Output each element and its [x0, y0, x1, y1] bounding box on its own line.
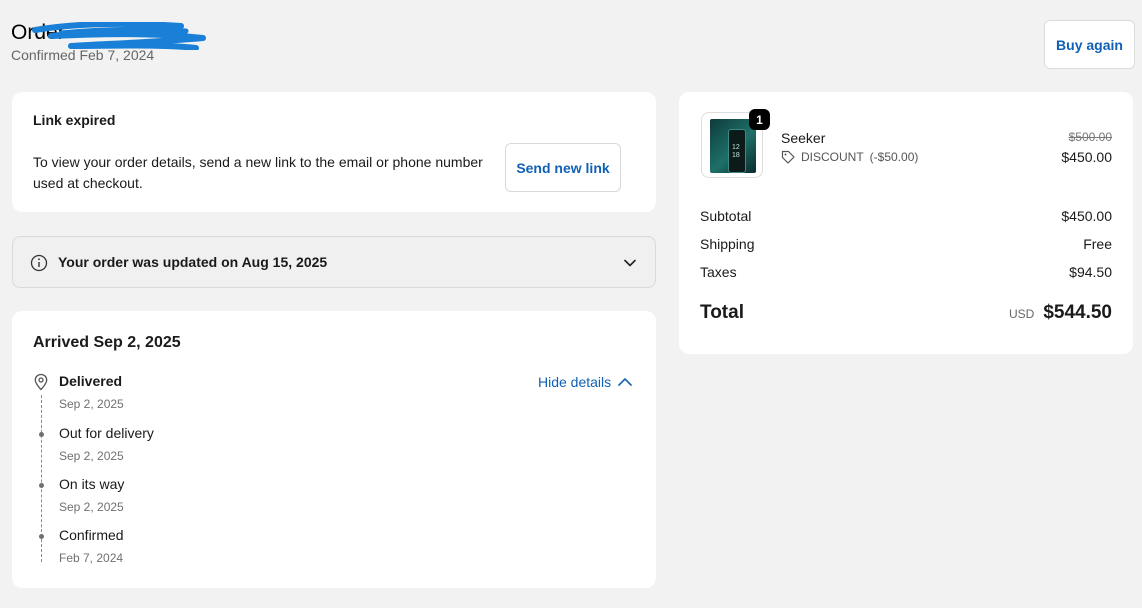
send-new-link-button[interactable]: Send new link — [505, 143, 621, 192]
total-value-group: USD $544.50 — [1009, 302, 1112, 324]
sale-price: $450.00 — [1061, 149, 1112, 165]
timeline-dot — [39, 483, 44, 488]
total-row: Total USD $544.50 — [700, 302, 1112, 324]
timeline-event-date: Sep 2, 2025 — [59, 397, 124, 411]
timeline-event-date: Sep 2, 2025 — [59, 449, 124, 463]
discount-tag: DISCOUNT (-$50.00) — [781, 150, 918, 164]
discount-label: DISCOUNT — [801, 150, 864, 164]
tag-icon — [781, 150, 795, 164]
shipping-row: Shipping Free — [700, 236, 1112, 252]
location-pin-icon — [34, 373, 48, 391]
order-title: Order — [11, 18, 206, 50]
buy-again-button[interactable]: Buy again — [1044, 20, 1135, 69]
currency-code: USD — [1008, 307, 1035, 321]
phone-graphic: 12 18 — [728, 129, 746, 173]
timeline-event-label: Confirmed — [59, 527, 124, 543]
phone-screen-text: 12 18 — [732, 144, 740, 159]
chevron-up-icon — [618, 378, 632, 386]
shipping-value: Free — [1083, 236, 1112, 252]
subtotal-label: Subtotal — [700, 208, 752, 224]
subtotal-row: Subtotal $450.00 — [700, 208, 1112, 224]
arrival-title: Arrived Sep 2, 2025 — [33, 334, 181, 351]
info-icon — [30, 254, 48, 272]
taxes-label: Taxes — [700, 264, 737, 280]
timeline-event-date: Feb 7, 2024 — [59, 551, 124, 565]
shipping-label: Shipping — [700, 236, 755, 252]
quantity-badge: 1 — [749, 109, 770, 130]
timeline-event-date: Sep 2, 2025 — [59, 500, 124, 514]
order-updated-banner[interactable]: Your order was updated on Aug 15, 2025 — [12, 236, 656, 288]
hide-details-label: Hide details — [538, 374, 612, 390]
discount-amount: (-$50.00) — [869, 150, 919, 164]
product-name: Seeker — [781, 130, 826, 146]
subtotal-value: $450.00 — [1061, 208, 1112, 224]
total-amount: $544.50 — [1043, 302, 1112, 323]
order-updated-text: Your order was updated on Aug 15, 2025 — [58, 254, 328, 270]
taxes-row: Taxes $94.50 — [700, 264, 1112, 280]
link-expired-card: Link expired To view your order details,… — [12, 92, 656, 212]
timeline-event-label: Delivered — [59, 373, 123, 389]
link-expired-text: To view your order details, send a new l… — [33, 154, 483, 191]
timeline-dot — [39, 432, 44, 437]
chevron-down-icon[interactable] — [623, 256, 637, 270]
hide-details-link[interactable]: Hide details — [538, 374, 633, 390]
redaction-scribble-icon — [32, 22, 206, 50]
taxes-value: $94.50 — [1069, 264, 1112, 280]
order-summary-card: 12 18 1 Seeker DISCOUNT (-$50.00) $500.0… — [679, 92, 1133, 354]
total-label: Total — [700, 302, 744, 323]
tracking-card: Arrived Sep 2, 2025 Hide details Deliver… — [12, 311, 656, 588]
original-price: $500.00 — [1068, 130, 1112, 144]
order-header: Order Confirmed Feb 7, 2024 — [11, 18, 206, 63]
link-expired-title: Link expired — [33, 112, 116, 128]
timeline-event-label: Out for delivery — [59, 425, 154, 441]
timeline-dot — [39, 534, 44, 539]
timeline-event-label: On its way — [59, 476, 125, 492]
order-status-page: Order Confirmed Feb 7, 2024 Buy again Li… — [0, 0, 1142, 608]
